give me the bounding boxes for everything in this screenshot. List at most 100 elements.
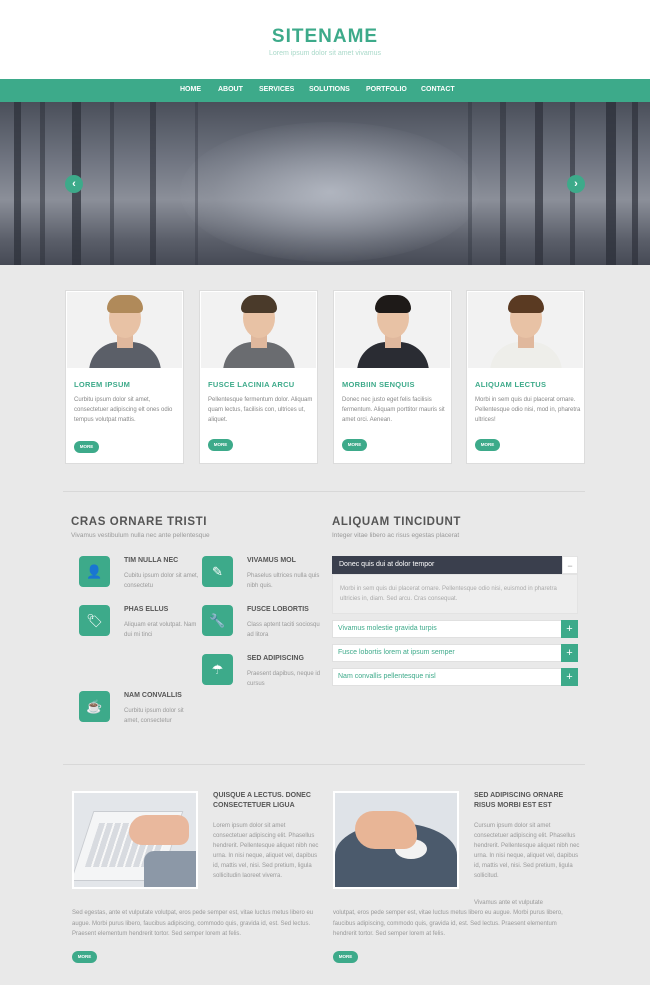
plus-icon[interactable]: + — [561, 620, 578, 638]
hero-tree — [110, 102, 114, 265]
plus-icon[interactable]: + — [561, 644, 578, 662]
photo-hair — [241, 295, 277, 313]
user-icon: 👤 — [79, 556, 110, 587]
nav-about[interactable]: ABOUT — [218, 86, 243, 93]
site-title[interactable]: SITENAME — [0, 26, 650, 48]
hero-tree — [632, 102, 638, 265]
accordion-open-label: Donec quis dui at dolor tempor — [339, 561, 435, 568]
blog-text: Lorem ipsum dolor sit amet consectetuer … — [213, 823, 319, 879]
photo-hair — [107, 295, 143, 313]
blog-text: Vivamus ante et vulputate — [474, 900, 543, 906]
plus-icon[interactable]: + — [561, 668, 578, 686]
hand-shape — [355, 811, 417, 849]
hero-slider: ‹ › — [0, 102, 650, 265]
sleeve-shape — [144, 851, 196, 887]
hands-shape — [129, 815, 189, 845]
accordion-body: Morbi in sem quis dui placerat ornare. P… — [332, 574, 578, 614]
accordion-item-label: Vivamus molestie gravida turpis — [338, 625, 437, 632]
hero-tree — [535, 102, 543, 265]
accordion-subtitle: Integer vitae libero ac risus egestas pl… — [332, 532, 460, 539]
feature-text: Curbitu ipsum dolor sit amet, consectetu… — [124, 708, 184, 724]
hero-tree — [40, 102, 45, 265]
site-tagline: Lorem ipsum dolor sit amet vivamus — [268, 50, 382, 57]
nav-home[interactable]: HOME — [180, 86, 201, 93]
team-card-title: FUSCE LACINIA ARCU — [208, 380, 295, 389]
team-card-title: LOREM IPSUM — [74, 380, 131, 389]
feature-title: PHAS ELLUS — [124, 606, 169, 613]
nav-contact[interactable]: CONTACT — [421, 86, 455, 93]
blog-full-text: volutpat, eros pede semper est, vitae lu… — [333, 910, 563, 937]
hero-tree — [14, 102, 21, 265]
wrench-icon: 🔧 — [202, 605, 233, 636]
team-photo — [201, 292, 316, 368]
blog-text: Cursum ipsum dolor sit amet consectetuer… — [474, 823, 580, 879]
feature-title: NAM CONVALLIS — [124, 692, 182, 699]
pencil-icon: ✎ — [202, 556, 233, 587]
accordion-item[interactable]: Vivamus molestie gravida turpis + — [332, 620, 578, 638]
team-photo — [67, 292, 182, 368]
feature-text: Aliquam erat volutpat. Nam dui mi tinci — [124, 622, 197, 638]
hero-tree — [500, 102, 506, 265]
team-card: ALIQUAM LECTUS Morbi in sem quis dui pla… — [466, 290, 585, 464]
features-subtitle: Vivamus vestibulum nulla nec ante pellen… — [71, 532, 210, 539]
more-button[interactable]: MORE — [475, 439, 500, 451]
more-button[interactable]: MORE — [72, 951, 97, 963]
hero-fog — [180, 122, 480, 262]
team-card: FUSCE LACINIA ARCU Pellentesque fermentu… — [199, 290, 318, 464]
accordion-item[interactable]: Nam convallis pellentesque nisl + — [332, 668, 578, 686]
photo-hair — [508, 295, 544, 313]
accordion-title: ALIQUAM TINCIDUNT — [332, 516, 462, 528]
slider-prev-button[interactable]: ‹ — [65, 175, 83, 193]
team-card: LOREM IPSUM Curbitu ipsum dolor sit amet… — [65, 290, 184, 464]
feature-text: Cubitu ipsum dolor sit amet, consectetu — [124, 573, 199, 589]
accordion-open-header[interactable]: Donec quis dui at dolor tempor − — [332, 556, 578, 574]
hero-tree — [195, 102, 198, 265]
feature-title: FUSCE LOBORTIS — [247, 606, 309, 613]
collapse-icon[interactable]: − — [562, 556, 578, 574]
accordion-item-label: Fusce lobortis lorem at ipsum semper — [338, 649, 455, 656]
blog-image-mouse — [333, 791, 459, 889]
more-button[interactable]: MORE — [208, 439, 233, 451]
more-button[interactable]: MORE — [342, 439, 367, 451]
blog-title[interactable]: SED ADIPISCING ORNARE RISUS MORBI EST ES… — [474, 791, 584, 811]
team-photo — [335, 292, 450, 368]
blog-full-text: Sed egestas, ante et vulputate volutpat,… — [72, 910, 314, 937]
nav-portfolio[interactable]: PORTFOLIO — [366, 86, 407, 93]
feature-title: SED ADIPISCING — [247, 655, 304, 662]
team-photo — [468, 292, 583, 368]
features-title: CRAS ORNARE TRISTI — [71, 516, 208, 528]
blog-title[interactable]: QUISQUE A LECTUS. DONEC CONSECTETUER LIG… — [213, 791, 323, 811]
photo-hair — [375, 295, 411, 313]
nav-solutions[interactable]: SOLUTIONS — [309, 86, 350, 93]
nav-services[interactable]: SERVICES — [259, 86, 294, 93]
slider-next-button[interactable]: › — [567, 175, 585, 193]
team-card-text: Donec nec justo eget felis facilisis fer… — [342, 397, 445, 423]
tag-icon: 🏷 — [79, 605, 110, 636]
team-card-text: Morbi in sem quis dui placerat ornare. P… — [475, 397, 581, 423]
section-divider — [63, 491, 585, 492]
hero-tree — [468, 102, 472, 265]
hero-tree — [606, 102, 616, 265]
hero-tree — [150, 102, 156, 265]
section-divider — [63, 764, 585, 765]
accordion-body-text: Morbi in sem quis dui placerat ornare. P… — [340, 586, 557, 602]
team-card-text: Curbitu ipsum dolor sit amet, consectetu… — [74, 397, 173, 423]
team-card-text: Pellentesque fermentum dolor. Aliquam qu… — [208, 397, 313, 423]
more-button[interactable]: MORE — [333, 951, 358, 963]
team-card-title: ALIQUAM LECTUS — [475, 380, 547, 389]
more-button[interactable]: MORE — [74, 441, 99, 453]
site-header: SITENAME Lorem ipsum dolor sit amet viva… — [0, 0, 650, 79]
team-card: MORBIIN SENQUIS Donec nec justo eget fel… — [333, 290, 452, 464]
umbrella-icon: ☂ — [202, 654, 233, 685]
accordion-item-label: Nam convallis pellentesque nisl — [338, 673, 436, 680]
coffee-icon: ☕ — [79, 691, 110, 722]
feature-text: Praesent dapibus, neque id cursus — [247, 671, 321, 687]
blog-image-laptop — [72, 791, 198, 889]
feature-text: Class aptent taciti sociosqu ad litora — [247, 622, 320, 638]
feature-title: TIM NULLA NEC — [124, 557, 179, 564]
accordion-item[interactable]: Fusce lobortis lorem at ipsum semper + — [332, 644, 578, 662]
team-card-title: MORBIIN SENQUIS — [342, 380, 415, 389]
feature-text: Phaselus ultrices nulla quis nibh quis. — [247, 573, 320, 589]
feature-title: VIVAMUS MOL — [247, 557, 296, 564]
main-nav: HOME ABOUT SERVICES SOLUTIONS PORTFOLIO … — [0, 79, 650, 102]
